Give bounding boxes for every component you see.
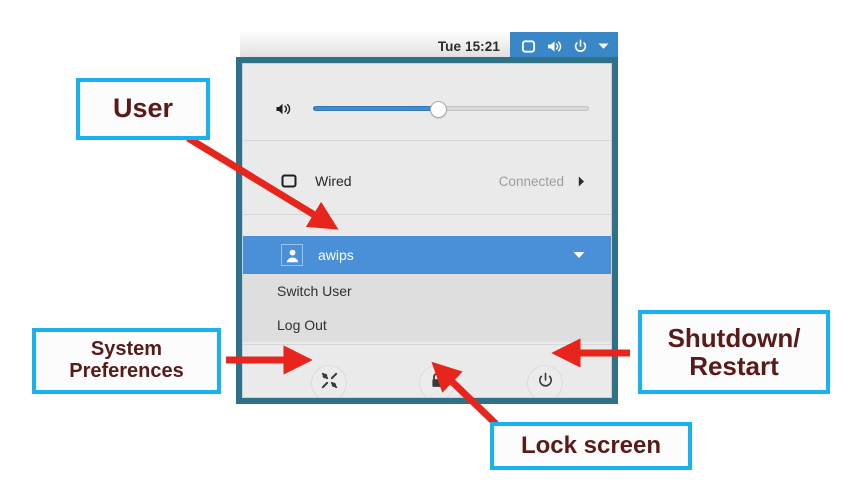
volume-slider[interactable] — [313, 100, 589, 118]
callout-shutdown-label: Shutdown/ Restart — [668, 324, 801, 380]
callout-user-label: User — [112, 93, 174, 124]
callout-line-2: Restart — [689, 351, 779, 381]
callout-line-1: System — [90, 338, 163, 361]
menu-item-log-out[interactable]: Log Out — [243, 308, 611, 342]
callout-line-2: Preferences — [69, 360, 184, 382]
dropdown-menu-frame: Wired Connected awips Switch User Log Ou… — [236, 57, 618, 404]
user-row-awips[interactable]: awips — [243, 236, 611, 274]
callout-lock-screen-label: Lock screen — [520, 432, 662, 460]
volume-slider-fill — [313, 106, 438, 111]
chevron-down-icon[interactable] — [573, 251, 585, 259]
network-status: Connected — [498, 173, 564, 189]
wired-network-icon — [281, 173, 299, 189]
chevron-right-icon[interactable] — [578, 176, 585, 187]
callout-user: User — [76, 78, 210, 140]
user-name-label: awips — [318, 247, 354, 263]
divider — [243, 344, 611, 345]
system-preferences-button[interactable] — [311, 365, 347, 397]
callout-system-preferences-label: System Preferences — [69, 339, 184, 382]
volume-slider-handle[interactable] — [429, 101, 447, 118]
menu-pointer-nub — [532, 76, 550, 84]
divider — [243, 140, 611, 141]
power-icon — [537, 372, 554, 394]
callout-lock-screen: Lock screen — [490, 422, 692, 470]
volume-speaker-icon[interactable] — [546, 39, 563, 54]
callout-system-preferences: System Preferences — [32, 328, 221, 394]
lock-screen-button[interactable] — [419, 365, 455, 397]
power-icon[interactable] — [573, 39, 588, 54]
lock-icon — [430, 372, 445, 394]
volume-row[interactable] — [243, 86, 611, 132]
menu-action-buttons — [243, 354, 611, 397]
system-menu-panel: Tue 15:21 Wired Connected awips Switch U… — [236, 31, 618, 404]
user-avatar-icon — [281, 244, 303, 266]
speaker-icon — [275, 101, 295, 117]
clock-label[interactable]: Tue 15:21 — [438, 39, 500, 54]
tools-icon — [320, 371, 339, 395]
divider — [243, 214, 611, 215]
network-label: Wired — [315, 173, 352, 189]
network-monitor-icon[interactable] — [521, 39, 536, 54]
menu-item-switch-user[interactable]: Switch User — [243, 274, 611, 308]
dropdown-menu-body: Wired Connected awips Switch User Log Ou… — [242, 63, 612, 398]
shutdown-button[interactable] — [527, 365, 563, 397]
callout-line-1: Shutdown/ — [667, 322, 801, 353]
chevron-down-icon[interactable] — [598, 42, 609, 50]
callout-shutdown: Shutdown/ Restart — [638, 310, 830, 394]
network-row[interactable]: Wired Connected — [243, 160, 611, 202]
user-submenu: Switch User Log Out — [243, 274, 611, 342]
